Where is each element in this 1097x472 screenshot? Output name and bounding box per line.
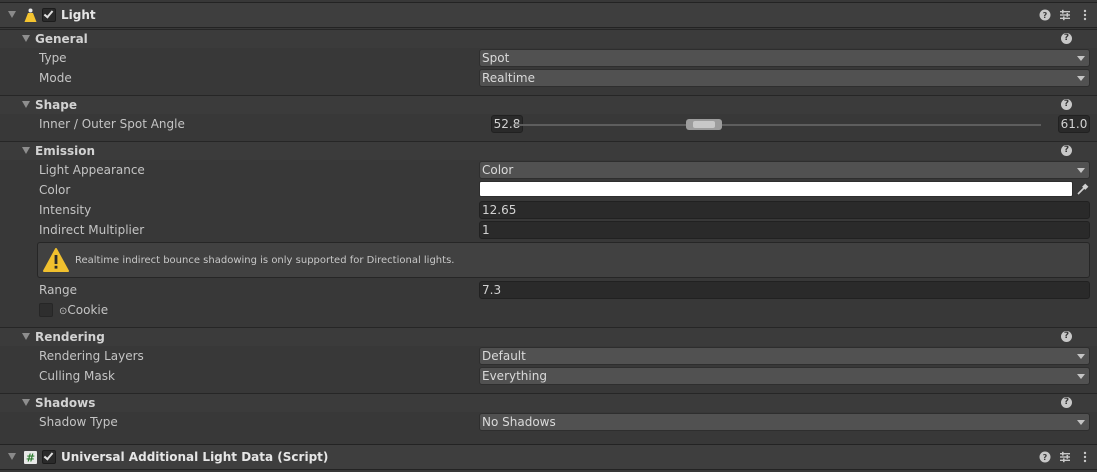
help-icon[interactable]: ?	[1061, 145, 1072, 156]
intensity-row: Intensity 12.65	[0, 200, 1097, 220]
light-appearance-label: Light Appearance	[39, 163, 145, 177]
culling-mask-value: Everything	[482, 369, 547, 383]
rendering-layers-value: Default	[482, 349, 526, 363]
type-label: Type	[39, 51, 67, 65]
svg-text:?: ?	[1043, 453, 1048, 462]
help-icon[interactable]: ?	[1039, 451, 1051, 463]
light-component-title: Light	[61, 8, 96, 22]
shadow-type-row: Shadow Type No Shadows	[0, 412, 1097, 432]
section-shadows[interactable]: Shadows ?	[0, 393, 1097, 412]
color-label: Color	[39, 183, 71, 197]
rendering-layers-row: Rendering Layers Default	[0, 346, 1097, 366]
section-shape[interactable]: Shape ?	[0, 95, 1097, 114]
eyedropper-icon[interactable]	[1076, 183, 1089, 196]
spot-angle-range-handle[interactable]	[686, 119, 722, 130]
section-general-title: General	[35, 32, 88, 46]
chevron-down-icon	[1077, 56, 1085, 61]
chevron-down-icon	[1077, 354, 1085, 359]
indirect-multiplier-row: Indirect Multiplier 1	[0, 220, 1097, 240]
urp-foldout-arrow[interactable]	[8, 453, 16, 460]
section-shape-title: Shape	[35, 98, 78, 112]
light-component-header[interactable]: Light ?	[0, 2, 1097, 28]
shadow-type-label: Shadow Type	[39, 415, 118, 429]
shadows-foldout-arrow[interactable]	[22, 399, 30, 406]
spot-angle-row: Inner / Outer Spot Angle 52.8 61.0	[0, 114, 1097, 134]
culling-mask-dropdown[interactable]: Everything	[479, 367, 1090, 385]
light-enabled-checkbox[interactable]	[42, 8, 56, 22]
shape-foldout-arrow[interactable]	[22, 101, 30, 108]
emission-foldout-arrow[interactable]	[22, 147, 30, 154]
type-value: Spot	[482, 51, 510, 65]
type-dropdown[interactable]: Spot	[479, 49, 1090, 67]
presets-sliders-icon[interactable]	[1059, 9, 1071, 21]
type-row: Type Spot	[0, 48, 1097, 68]
section-rendering-title: Rendering	[35, 330, 105, 344]
indirect-multiplier-label: Indirect Multiplier	[39, 223, 145, 237]
range-field[interactable]: 7.3	[479, 281, 1090, 299]
color-row: Color	[0, 180, 1097, 200]
warning-triangle-icon	[43, 248, 69, 272]
svg-text:#: #	[26, 452, 35, 465]
intensity-label: Intensity	[39, 203, 92, 217]
light-appearance-dropdown[interactable]: Color	[479, 161, 1090, 179]
chevron-down-icon	[1077, 76, 1085, 81]
cookie-checkbox[interactable]	[39, 303, 53, 317]
rendering-layers-label: Rendering Layers	[39, 349, 144, 363]
shadow-type-dropdown[interactable]: No Shadows	[479, 413, 1090, 431]
help-icon[interactable]: ?	[1061, 331, 1072, 342]
section-shadows-title: Shadows	[35, 396, 96, 410]
urp-enabled-checkbox[interactable]	[42, 450, 56, 464]
section-emission-title: Emission	[35, 144, 95, 158]
help-icon[interactable]: ?	[1039, 9, 1051, 21]
shadow-type-value: No Shadows	[482, 415, 556, 429]
outer-angle-field[interactable]: 61.0	[1058, 115, 1090, 133]
light-foldout-arrow[interactable]	[8, 11, 16, 18]
section-emission[interactable]: Emission ?	[0, 141, 1097, 160]
light-appearance-value: Color	[482, 163, 514, 177]
warning-message: Realtime indirect bounce shadowing is on…	[75, 255, 455, 266]
indirect-multiplier-value: 1	[482, 223, 490, 237]
culling-mask-label: Culling Mask	[39, 369, 115, 383]
mode-dropdown[interactable]: Realtime	[479, 69, 1090, 87]
general-foldout-arrow[interactable]	[22, 35, 30, 42]
mode-value: Realtime	[482, 71, 535, 85]
chevron-down-icon	[1077, 168, 1085, 173]
cookie-label: ⊙Cookie	[59, 303, 108, 317]
help-icon[interactable]: ?	[1061, 99, 1072, 110]
spot-angle-label: Inner / Outer Spot Angle	[39, 117, 185, 131]
intensity-field[interactable]: 12.65	[479, 201, 1090, 219]
intensity-value: 12.65	[482, 203, 517, 217]
help-icon[interactable]: ?	[1061, 397, 1072, 408]
indirect-multiplier-field[interactable]: 1	[479, 221, 1090, 239]
chevron-down-icon	[1077, 420, 1085, 425]
presets-sliders-icon[interactable]	[1059, 451, 1071, 463]
rendering-layers-dropdown[interactable]: Default	[479, 347, 1090, 365]
help-icon[interactable]: ?	[1061, 33, 1072, 44]
rendering-foldout-arrow[interactable]	[22, 333, 30, 340]
section-general[interactable]: General ?	[0, 29, 1097, 48]
color-swatch[interactable]	[479, 181, 1073, 197]
range-label: Range	[39, 283, 78, 297]
range-value: 7.3	[482, 283, 502, 297]
mode-row: Mode Realtime	[0, 68, 1097, 88]
kebab-menu-icon[interactable]	[1079, 451, 1091, 463]
light-appearance-row: Light Appearance Color	[0, 160, 1097, 180]
range-row: Range 7.3	[0, 280, 1097, 300]
urp-component-header[interactable]: # Universal Additional Light Data (Scrip…	[0, 444, 1097, 470]
warning-helpbox: Realtime indirect bounce shadowing is on…	[37, 242, 1090, 278]
culling-mask-row: Culling Mask Everything	[0, 366, 1097, 386]
cookie-row: ⊙Cookie	[0, 300, 1097, 320]
cookie-label-text: Cookie	[67, 303, 109, 317]
urp-component-title: Universal Additional Light Data (Script)	[61, 450, 329, 464]
chevron-down-icon	[1077, 374, 1085, 379]
mode-label: Mode	[39, 71, 72, 85]
section-rendering[interactable]: Rendering ?	[0, 327, 1097, 346]
script-hash-icon: #	[24, 451, 37, 465]
spot-angle-slider-track[interactable]	[515, 124, 1041, 126]
kebab-menu-icon[interactable]	[1079, 9, 1091, 21]
light-cone-icon	[24, 8, 37, 22]
svg-text:?: ?	[1043, 11, 1048, 20]
